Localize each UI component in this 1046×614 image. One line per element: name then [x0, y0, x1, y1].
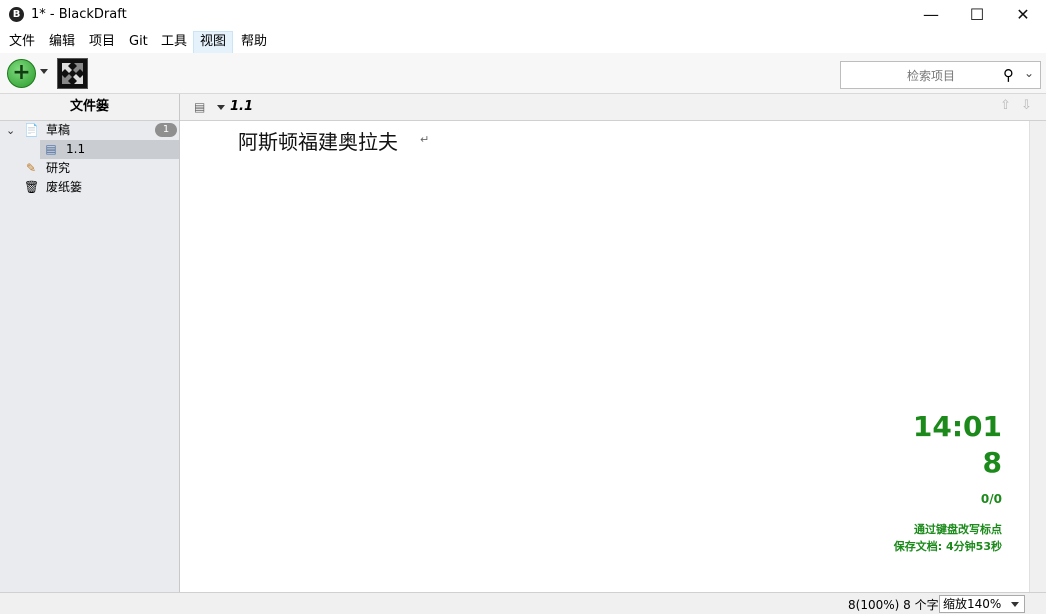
search-icon[interactable]: ⚲	[1003, 66, 1014, 84]
document-icon: ▤	[45, 142, 57, 156]
menu-tools[interactable]: 工具	[155, 31, 193, 52]
binder-sidebar: 文件篓 ⌄ 📄 草稿 1 ▤ 1.1 ✎ 研究 🗑 废纸篓	[0, 94, 180, 592]
document-title[interactable]: 1.1	[230, 99, 253, 114]
menu-bar: 文件 编辑 项目 Git 工具 视图 帮助	[0, 30, 1046, 54]
status-bar: 8(100%) 8 个字 缩放140%	[0, 592, 1046, 614]
fullscreen-icon	[58, 59, 87, 88]
fullscreen-button[interactable]	[57, 58, 88, 89]
target-ratio: 0/0	[980, 492, 1002, 506]
menu-git[interactable]: Git	[123, 31, 154, 52]
search-input[interactable]: 检索项目	[907, 67, 955, 84]
maximize-button[interactable]: ☐	[954, 0, 1000, 30]
binder-item-label: 研究	[46, 161, 71, 175]
menu-project[interactable]: 项目	[83, 31, 121, 52]
editor-area[interactable]: 阿斯顿福建奥拉夫 ↵	[180, 121, 1029, 592]
word-count: 8	[982, 446, 1002, 479]
document-icon: ▤	[194, 100, 206, 114]
search-box[interactable]: 检索项目 ⚲ ⌄	[840, 61, 1041, 89]
arrow-up-icon[interactable]: ⇧	[1000, 98, 1011, 113]
count-badge: 1	[155, 123, 177, 137]
zoom-level: 缩放140%	[943, 597, 1002, 611]
binder-item-document[interactable]: ▤ 1.1	[40, 140, 179, 159]
arrow-down-icon[interactable]: ⇩	[1021, 98, 1032, 113]
trash-icon: 🗑	[24, 180, 40, 194]
session-time: 14:01	[912, 410, 1002, 443]
menu-file[interactable]: 文件	[3, 31, 41, 52]
status-word-count: 8(100%) 8 个字	[848, 598, 939, 612]
close-button[interactable]: ✕	[1000, 0, 1046, 30]
plus-circle-icon: +	[12, 60, 31, 85]
editor-header: ▤ 1.1 ⇧ ⇩	[180, 94, 1046, 121]
chevron-down-icon[interactable]	[1011, 602, 1019, 607]
vertical-scrollbar[interactable]	[1029, 121, 1046, 592]
draft-folder-icon: 📄	[24, 123, 39, 137]
app-logo-icon: B	[9, 7, 24, 22]
binder-item-draft[interactable]: ⌄ 📄 草稿 1	[0, 121, 179, 140]
window-title: 1* - BlackDraft	[31, 7, 127, 22]
binder-header: 文件篓	[0, 94, 179, 121]
binder-item-trash[interactable]: 🗑 废纸篓	[0, 178, 179, 197]
minimize-button[interactable]: —	[908, 0, 954, 30]
chevron-down-icon[interactable]	[217, 105, 225, 110]
binder-item-research[interactable]: ✎ 研究	[0, 159, 179, 178]
editor-text[interactable]: 阿斯顿福建奥拉夫	[238, 126, 398, 155]
binder-item-label: 草稿	[46, 123, 71, 137]
keyboard-hint: 通过键盘改写标点	[914, 523, 1002, 536]
menu-view[interactable]: 视图	[193, 31, 234, 54]
add-dropdown-arrow-icon[interactable]	[40, 69, 48, 74]
chevron-down-icon[interactable]: ⌄	[1024, 66, 1034, 80]
binder-item-label: 1.1	[66, 142, 86, 156]
paragraph-mark-icon: ↵	[420, 133, 430, 146]
title-bar: B 1* - BlackDraft — ☐ ✕	[0, 0, 1046, 30]
add-item-button[interactable]: +	[7, 59, 36, 88]
zoom-select[interactable]: 缩放140%	[939, 595, 1025, 613]
binder-item-label: 废纸篓	[46, 180, 83, 194]
save-status: 保存文档: 4分钟53秒	[893, 540, 1002, 553]
menu-edit[interactable]: 编辑	[43, 31, 81, 52]
menu-help[interactable]: 帮助	[235, 31, 273, 52]
chevron-down-icon[interactable]: ⌄	[6, 121, 15, 140]
tools-icon: ✎	[25, 161, 37, 175]
